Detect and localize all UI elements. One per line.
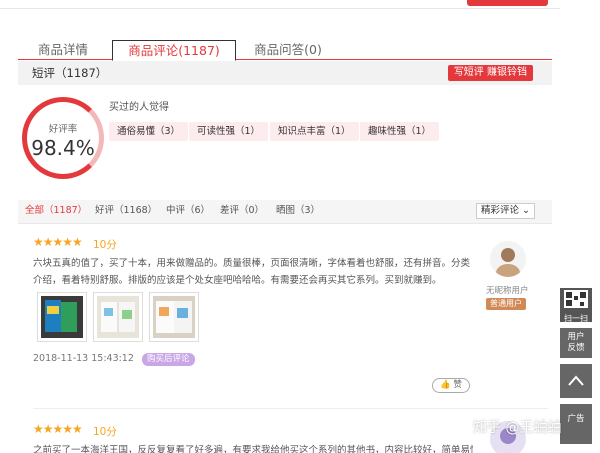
feedback-button[interactable]: 用户反馈	[560, 328, 592, 358]
review-filter-bar: 全部（1187） 好评（1168） 中评（6） 差评（0） 晒图（3） 精彩评论…	[18, 200, 552, 224]
sort-label: 精彩评论	[480, 205, 519, 216]
review-photo[interactable]	[93, 292, 143, 342]
book-photo-icon	[41, 296, 83, 338]
review-text: 六块五真的值了，买了十本，用来做赠品的。质量很棒，页面很清晰，字体看着也舒服，还…	[33, 258, 471, 286]
filter-positive[interactable]: 好评（1168）	[95, 200, 157, 222]
tab-product-reviews[interactable]: 商品评论(1187)	[112, 40, 236, 61]
filter-neutral[interactable]: 中评（6）	[166, 200, 210, 222]
top-divider	[0, 8, 560, 9]
avatar[interactable]	[490, 241, 526, 277]
sort-select[interactable]: 精彩评论 ⌄	[475, 203, 535, 219]
ad-label: 广告	[567, 414, 585, 424]
write-review-button[interactable]: 写短评 赚银铃铛	[447, 65, 533, 81]
impression-tag[interactable]: 通俗易懂（3）	[109, 122, 189, 141]
like-label: 赞	[453, 380, 462, 390]
review-score: 10分	[93, 426, 117, 438]
user-name: 无昵称用户	[486, 286, 529, 296]
impression-label: 买过的人觉得	[109, 102, 169, 113]
user-level-badge: 普通用户	[486, 298, 526, 310]
impression-tag[interactable]: 可读性强（1）	[189, 122, 269, 141]
product-tabs: 商品详情 商品评论(1187) 商品问答(0)	[18, 40, 552, 61]
chevron-down-icon: ⌄	[522, 205, 530, 216]
review-score: 10分	[93, 239, 117, 251]
filter-all[interactable]: 全部（1187）	[25, 200, 87, 222]
review-divider	[33, 408, 548, 409]
tab-product-details[interactable]: 商品详情	[28, 40, 98, 60]
book-photo-icon	[97, 296, 139, 338]
positive-rate-ring: 好评率 98.4%	[22, 97, 104, 179]
review-date: 2018-11-13 15:43:12	[33, 353, 134, 364]
positive-rate-label: 好评率	[48, 124, 78, 135]
review-text: 之前买了一本海洋王国，反反复复看了好多遍，有要求我给他买这个系列的其他书，内容比…	[33, 445, 473, 453]
back-to-top-button[interactable]	[560, 364, 592, 398]
filter-negative[interactable]: 差评（0）	[220, 200, 264, 222]
review-photo[interactable]	[149, 292, 199, 342]
qr-code-button[interactable]: 扫一扫	[560, 288, 592, 323]
top-action-button-edge[interactable]	[467, 0, 548, 6]
scan-label: 扫一扫	[564, 314, 588, 323]
star-rating-icon: ★★★★★	[33, 422, 83, 436]
feedback-label: 用户反馈	[567, 332, 585, 353]
impression-tag[interactable]: 知识点丰富（1）	[270, 122, 359, 141]
qr-code-icon	[564, 290, 588, 308]
user-avatar-icon	[490, 241, 526, 277]
book-photo-icon	[153, 296, 195, 338]
review-photo[interactable]	[37, 292, 87, 342]
tab-product-qa[interactable]: 商品问答(0)	[248, 40, 328, 60]
impression-tag[interactable]: 趣味性强（1）	[360, 122, 440, 141]
purchase-badge: 购买后评论	[142, 353, 195, 366]
watermark: 知乎 @王蛐蛐	[473, 420, 562, 436]
like-button[interactable]: 👍 赞	[432, 378, 470, 393]
section-title: 短评（1187）	[32, 66, 108, 80]
ad-button[interactable]: 广告	[560, 404, 592, 444]
star-rating-icon: ★★★★★	[33, 235, 83, 249]
thumbs-up-icon: 👍	[440, 380, 451, 390]
arrow-up-icon	[568, 375, 584, 386]
short-review-header: 短评（1187） 写短评 赚银铃铛	[18, 61, 552, 85]
filter-photos[interactable]: 晒图（3）	[276, 200, 320, 222]
positive-rate-value: 98.4%	[31, 136, 95, 160]
